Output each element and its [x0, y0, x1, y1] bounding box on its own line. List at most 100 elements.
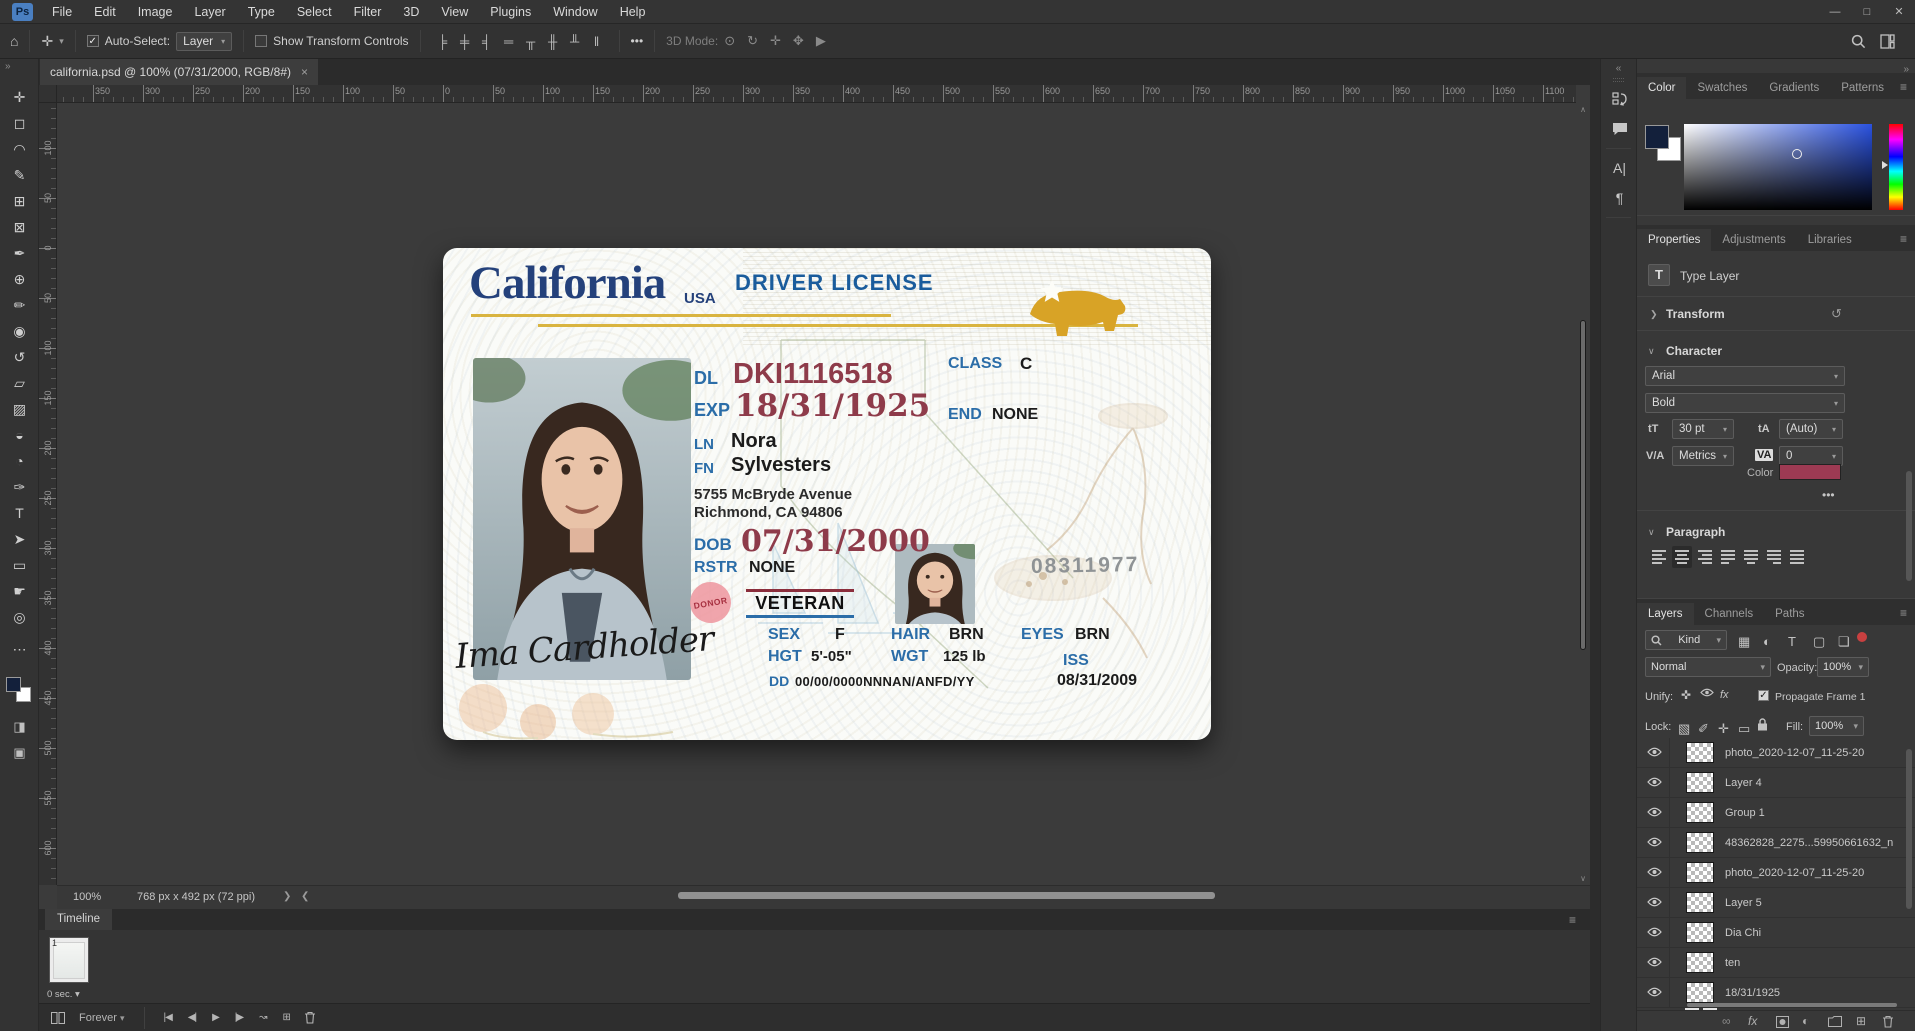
type-tool[interactable]: T — [0, 500, 39, 526]
more-options-icon[interactable]: ••• — [1822, 488, 1835, 502]
font-style-dropdown[interactable]: Bold▾ — [1645, 393, 1845, 413]
foreground-color-swatch[interactable] — [6, 677, 21, 692]
layer-row[interactable]: ∨ 8 T photo_2020-12-07_11-25-20 — [1637, 858, 1915, 888]
menu-item[interactable]: Type — [237, 0, 286, 24]
color-field[interactable] — [1684, 124, 1872, 210]
visibility-eye-icon[interactable] — [1647, 987, 1662, 997]
panel-tab[interactable]: Adjustments — [1711, 229, 1796, 251]
status-next-icon[interactable]: ❯ — [283, 891, 291, 902]
gradient-tool[interactable]: ▨ — [0, 396, 39, 422]
first-frame-button[interactable]: |◀ — [164, 1012, 172, 1023]
hand-tool[interactable]: ☛ — [0, 578, 39, 604]
layer-thumbnail[interactable] — [1686, 742, 1714, 763]
search-icon[interactable] — [1851, 34, 1866, 49]
text-color-swatch[interactable] — [1779, 464, 1841, 480]
layer-row[interactable]: ∨ 8 T Layer 4 — [1637, 768, 1915, 798]
foreground-color-swatch[interactable] — [1645, 125, 1669, 149]
previous-frame-button[interactable]: ◀| — [188, 1012, 196, 1023]
layer-thumbnail[interactable] — [1686, 892, 1714, 913]
visibility-eye-icon[interactable] — [1647, 957, 1662, 967]
history-panel-icon[interactable] — [1601, 84, 1638, 114]
layer-name[interactable]: ten — [1725, 957, 1740, 969]
scroll-down-icon[interactable]: ∨ — [1578, 874, 1588, 883]
menu-item[interactable]: Layer — [183, 0, 236, 24]
menu-item[interactable]: 3D — [392, 0, 430, 24]
play-button[interactable]: ▶ — [212, 1012, 219, 1023]
brush-tool[interactable]: ✏ — [0, 292, 39, 318]
panel-tab[interactable]: Swatches — [1686, 77, 1758, 99]
layer-name[interactable]: 18/31/1925 — [1725, 987, 1780, 999]
link-layers-icon[interactable]: ∞ — [1722, 1014, 1731, 1028]
font-size-dropdown[interactable]: 30 pt▾ — [1672, 419, 1734, 439]
menu-item[interactable]: Window — [542, 0, 608, 24]
layer-row[interactable]: ∨ 8 T Group 1 — [1637, 798, 1915, 828]
layer-row[interactable]: ∨ 8 T Layer 5 — [1637, 888, 1915, 918]
pen-tool[interactable]: ✑ — [0, 474, 39, 500]
align-center-button[interactable] — [1672, 546, 1692, 568]
panel-tab[interactable]: Properties — [1637, 229, 1711, 251]
layer-thumbnail[interactable] — [1686, 772, 1714, 793]
shape-tool[interactable]: ▭ — [0, 552, 39, 578]
move-tool-icon[interactable]: ✛ — [41, 33, 53, 50]
align-left-edges-icon[interactable]: ╞ — [432, 34, 454, 49]
close-button[interactable]: ✕ — [1883, 0, 1915, 24]
layer-row[interactable]: ∨ 8 T 48362828_2275...59950661632_n — [1637, 828, 1915, 858]
visibility-eye-icon[interactable] — [1647, 747, 1662, 757]
auto-select-checkbox[interactable]: ✓ — [87, 35, 99, 47]
menu-item[interactable]: Edit — [83, 0, 127, 24]
align-top-edges-icon[interactable]: ╥ — [520, 34, 542, 49]
character-panel-icon[interactable]: A| — [1601, 153, 1638, 183]
screen-mode-button[interactable]: ▣ — [0, 745, 39, 761]
history-brush-tool[interactable]: ↺ — [0, 344, 39, 370]
delete-layer-icon[interactable] — [1882, 1015, 1894, 1028]
close-tab-icon[interactable]: × — [301, 65, 308, 79]
toolbar-more-icon[interactable]: ⋯ — [0, 636, 39, 662]
3d-roll-icon[interactable]: ↻ — [747, 33, 758, 49]
layer-thumbnail[interactable] — [1686, 982, 1714, 1003]
minimize-button[interactable]: — — [1819, 0, 1851, 24]
layer-name[interactable]: Dia Chi — [1725, 927, 1761, 939]
status-prev-icon[interactable]: ❮ — [301, 891, 309, 902]
panel-tab[interactable]: Gradients — [1758, 77, 1830, 99]
visibility-eye-icon[interactable] — [1647, 897, 1662, 907]
document-tab[interactable]: california.psd @ 100% (07/31/2000, RGB/8… — [40, 59, 318, 85]
panel-menu-icon[interactable]: ≡ — [1569, 913, 1576, 927]
layer-name[interactable]: 48362828_2275...59950661632_n — [1725, 837, 1893, 849]
move-tool[interactable]: ✛ — [0, 84, 39, 110]
vertical-scrollbar[interactable]: ∧ ∨ — [1578, 105, 1588, 883]
frame-tool[interactable]: ⊠ — [0, 214, 39, 240]
healing-brush-tool[interactable]: ⊕ — [0, 266, 39, 292]
loop-count-dropdown[interactable]: Forever ▾ — [79, 1012, 125, 1024]
reset-transform-icon[interactable]: ↺ — [1831, 306, 1842, 322]
scrollbar-thumb[interactable] — [1580, 320, 1586, 650]
layer-row[interactable]: ∨ 8 T photo_2020-12-07_11-25-20 — [1637, 738, 1915, 768]
kerning-dropdown[interactable]: Metrics▾ — [1672, 446, 1734, 466]
canvas-area[interactable]: 3503002502001501005005010015020025030035… — [39, 85, 1590, 909]
3d-slide-icon[interactable]: ✥ — [793, 33, 804, 49]
scrollbar-thumb[interactable] — [1906, 471, 1912, 581]
panel-tab[interactable]: Libraries — [1797, 229, 1863, 251]
menu-item[interactable]: Plugins — [479, 0, 542, 24]
new-group-icon[interactable] — [1828, 1016, 1842, 1027]
menu-item[interactable]: Filter — [343, 0, 393, 24]
eyedropper-tool[interactable]: ✒ — [0, 240, 39, 266]
font-family-dropdown[interactable]: Arial▾ — [1645, 366, 1845, 386]
toolbar-collapse-icon[interactable]: » — [0, 59, 38, 76]
show-transform-checkbox[interactable] — [255, 35, 267, 47]
layer-row[interactable]: ∨ 8 T ten — [1637, 948, 1915, 978]
justify-last-center-button[interactable] — [1741, 546, 1761, 568]
animation-frame-thumbnail[interactable]: 1 — [49, 937, 89, 983]
quick-selection-tool[interactable]: ✎ — [0, 162, 39, 188]
panel-menu-icon[interactable]: ≡ — [1900, 80, 1907, 94]
justify-last-left-button[interactable] — [1718, 546, 1738, 568]
color-field-cursor[interactable] — [1792, 149, 1802, 159]
license-canvas-image[interactable]: California USA DRIVER LICENSE — [443, 248, 1211, 740]
tracking-dropdown[interactable]: 0▾ — [1779, 446, 1843, 466]
align-right-button[interactable] — [1695, 546, 1715, 568]
align-left-button[interactable] — [1649, 546, 1669, 568]
paragraph-panel-icon[interactable]: ¶ — [1601, 183, 1638, 213]
delete-frame-icon[interactable] — [304, 1011, 316, 1024]
layer-thumbnail[interactable] — [1686, 952, 1714, 973]
panel-menu-icon[interactable]: ≡ — [1900, 232, 1907, 246]
chevron-down-icon[interactable]: ▾ — [59, 36, 64, 47]
